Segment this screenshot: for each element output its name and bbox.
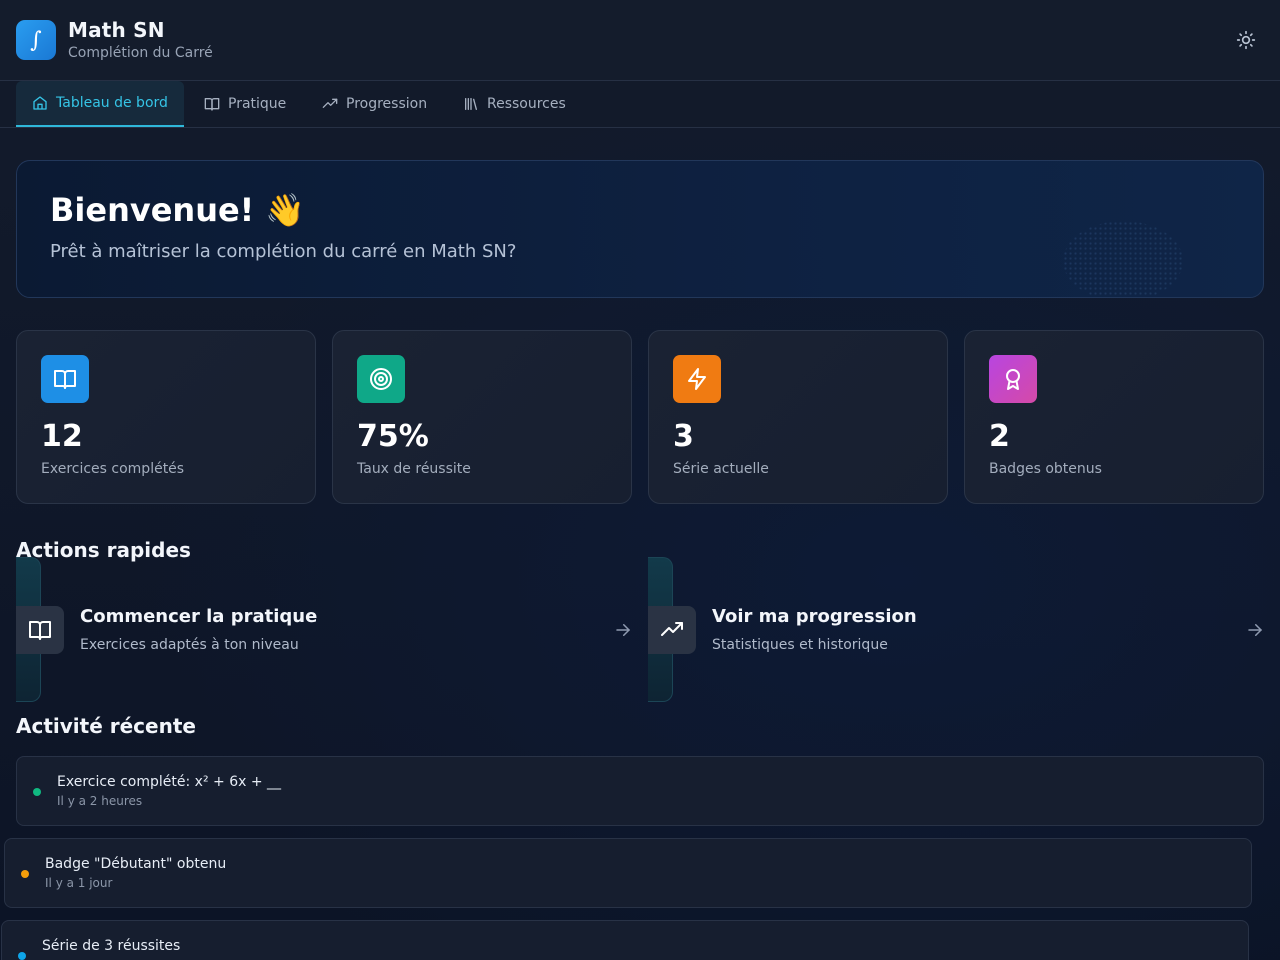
tab-tableau-de-bord[interactable]: Tableau de bord [16,81,184,127]
quick-action-title: Voir ma progression [712,606,917,627]
quick-action-icon-box [648,606,696,654]
stat-icon-box [357,355,405,403]
quick-action-voir-progression[interactable]: Voir ma progression Statistiques et hist… [648,557,1264,702]
home-icon [33,96,47,110]
welcome-title: Bienvenue! 👋 [50,191,306,229]
stat-value: 2 [989,419,1010,454]
book-icon [204,98,220,111]
lightning-icon [688,368,706,390]
arrow-right-icon [1248,624,1263,636]
status-dot [33,788,41,796]
stat-icon-box [989,355,1037,403]
tab-ressources[interactable]: Ressources [447,81,582,127]
app-title: Math SN [68,18,165,42]
stat-card-serie: 3 Série actuelle [648,330,948,504]
trending-up-icon [661,622,683,636]
award-icon [1006,369,1020,390]
stat-label: Série actuelle [673,461,769,477]
quick-action-title: Commencer la pratique [80,606,318,627]
activity-item: Badge "Débutant" obtenu Il y a 1 jour [4,838,1252,908]
quick-action-icon-box [16,606,64,654]
stat-icon-box [41,355,89,403]
activity-title: Série de 3 réussites [42,938,181,954]
status-dot [21,870,29,878]
recent-activity-heading: Activité récente [16,714,196,738]
quick-action-subtitle: Statistiques et historique [712,637,888,653]
tab-progression[interactable]: Progression [306,81,443,127]
tab-label: Tableau de bord [56,95,168,111]
main-nav: Tableau de bord Pratique Progression Res… [0,81,1280,128]
target-icon [370,368,392,390]
stat-label: Badges obtenus [989,461,1102,477]
quick-action-subtitle: Exercices adaptés à ton niveau [80,637,299,653]
status-dot [18,952,26,960]
book-icon [29,621,51,640]
activity-time: Il y a 2 heures [57,794,143,808]
theme-toggle-button[interactable] [1232,26,1260,54]
book-icon [54,370,76,389]
arrow-right-icon [616,624,631,636]
stat-label: Exercices complétés [41,461,185,477]
activity-title: Exercice complété: x² + 6x + __ [57,774,282,790]
sun-icon [1236,30,1256,50]
activity-item: Série de 3 réussites [1,920,1249,960]
app-logo: ∫ [16,20,56,60]
app-subtitle: Complétion du Carré [68,45,213,61]
stat-card-badges: 2 Badges obtenus [964,330,1264,504]
app-header: ∫ Math SN Complétion du Carré [0,0,1280,81]
stat-card-reussite: 75% Taux de réussite [332,330,632,504]
tab-pratique[interactable]: Pratique [188,81,302,127]
welcome-banner: Bienvenue! 👋 Prêt à maîtriser la complét… [16,160,1264,298]
tab-label: Ressources [487,96,566,112]
stat-value: 3 [673,419,694,454]
trending-up-icon [322,98,338,108]
quick-action-commencer-pratique[interactable]: Commencer la pratique Exercices adaptés … [16,557,632,702]
activity-time: Il y a 1 jour [45,876,113,890]
stat-value: 12 [41,419,83,454]
decorative-dot-pattern [1063,221,1183,297]
tab-label: Pratique [228,96,287,112]
activity-title: Badge "Débutant" obtenu [45,856,227,872]
library-icon [465,98,477,110]
stat-value: 75% [357,419,429,454]
activity-item: Exercice complété: x² + 6x + __ Il y a 2… [16,756,1264,826]
tab-label: Progression [346,96,428,112]
integral-logo-glyph: ∫ [30,27,42,53]
welcome-subtitle: Prêt à maîtriser la complétion du carré … [50,241,517,262]
stat-icon-box [673,355,721,403]
stat-label: Taux de réussite [357,461,471,477]
stat-card-exercices: 12 Exercices complétés [16,330,316,504]
